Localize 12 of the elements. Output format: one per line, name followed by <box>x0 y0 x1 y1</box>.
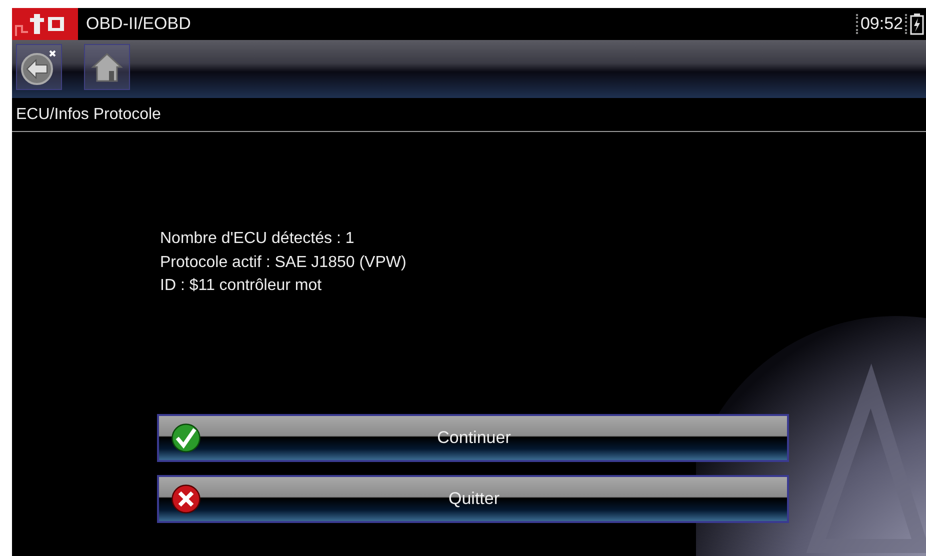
home-button[interactable] <box>84 44 130 90</box>
app-title: OBD-II/EOBD <box>86 14 192 34</box>
clock-time: 09:52 <box>856 14 907 34</box>
cross-icon <box>171 484 201 514</box>
info-text: Protocole actif : SAE J1850 (VPW) <box>160 252 408 272</box>
back-arrow-button[interactable] <box>16 44 62 90</box>
info-text: Nombre d'ECU détectés : 1 <box>160 229 356 249</box>
info-text: ID : $11 contrôleur mot <box>160 276 323 296</box>
battery-charging-icon <box>910 13 924 35</box>
check-icon <box>171 422 201 452</box>
section-title: ECU/Infos Protocole <box>12 98 926 132</box>
app-logo-icon <box>12 8 78 40</box>
